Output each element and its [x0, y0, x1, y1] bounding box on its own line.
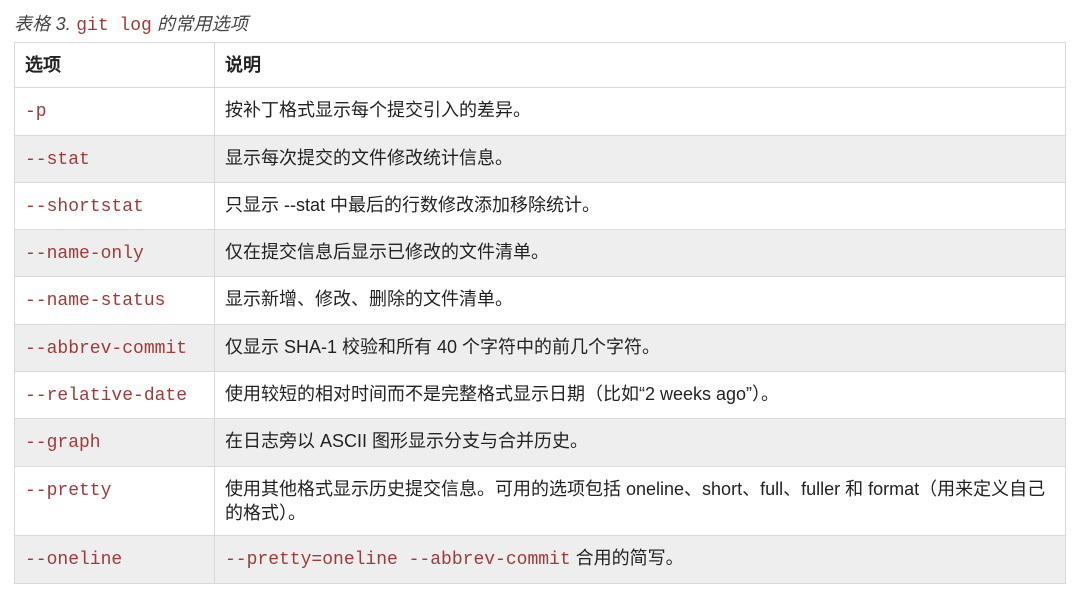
- col-header-option: 选项: [15, 43, 215, 88]
- table-row: --oneline --pretty=oneline --abbrev-commi…: [15, 536, 1066, 583]
- option-code: --abbrev-commit: [25, 339, 187, 359]
- caption-suffix: 的常用选项: [152, 14, 248, 34]
- description-text: 仅显示 SHA-1 校验和所有 40 个字符中的前几个字符。: [225, 337, 660, 357]
- table-row: --stat 显示每次提交的文件修改统计信息。: [15, 135, 1066, 182]
- description-cell: 使用其他格式显示历史提交信息。可用的选项包括 oneline、short、ful…: [215, 466, 1066, 536]
- description-text: 使用其他格式显示历史提交信息。可用的选项包括 oneline、short、ful…: [225, 479, 1045, 523]
- option-cell: --name-only: [15, 230, 215, 277]
- description-cell: --pretty=oneline --abbrev-commit 合用的简写。: [215, 536, 1066, 583]
- table-row: --graph 在日志旁以 ASCII 图形显示分支与合并历史。: [15, 419, 1066, 466]
- option-cell: --relative-date: [15, 372, 215, 419]
- description-text: 合用的简写。: [571, 548, 684, 568]
- option-code: --graph: [25, 433, 101, 453]
- inline-code: --pretty=oneline --abbrev-commit: [225, 550, 571, 570]
- option-cell: --name-status: [15, 277, 215, 324]
- description-cell: 显示每次提交的文件修改统计信息。: [215, 135, 1066, 182]
- col-header-desc: 说明: [215, 43, 1066, 88]
- option-cell: --graph: [15, 419, 215, 466]
- table-row: --pretty 使用其他格式显示历史提交信息。可用的选项包括 oneline、s…: [15, 466, 1066, 536]
- table-row: --relative-date 使用较短的相对时间而不是完整格式显示日期（比如“2…: [15, 372, 1066, 419]
- description-text: 按补丁格式显示每个提交引入的差异。: [225, 100, 531, 120]
- table-row: --name-status 显示新增、修改、删除的文件清单。: [15, 277, 1066, 324]
- description-text: 使用较短的相对时间而不是完整格式显示日期（比如“2 weeks ago”）。: [225, 384, 779, 404]
- table-row: --abbrev-commit 仅显示 SHA-1 校验和所有 40 个字符中的前…: [15, 324, 1066, 371]
- caption-code: git log: [76, 16, 152, 36]
- options-table: 选项 说明 -p 按补丁格式显示每个提交引入的差异。 --stat 显示每次提交的文件…: [14, 42, 1066, 584]
- option-cell: --pretty: [15, 466, 215, 536]
- option-code: --name-only: [25, 244, 144, 264]
- description-cell: 按补丁格式显示每个提交引入的差异。: [215, 88, 1066, 135]
- description-cell: 使用较短的相对时间而不是完整格式显示日期（比如“2 weeks ago”）。: [215, 372, 1066, 419]
- description-cell: 仅在提交信息后显示已修改的文件清单。: [215, 230, 1066, 277]
- option-code: --oneline: [25, 550, 122, 570]
- option-cell: -p: [15, 88, 215, 135]
- option-code: --relative-date: [25, 386, 187, 406]
- option-code: --stat: [25, 150, 90, 170]
- description-text: 在日志旁以 ASCII 图形显示分支与合并历史。: [225, 431, 588, 451]
- description-text: 显示每次提交的文件修改统计信息。: [225, 148, 513, 168]
- option-code: --shortstat: [25, 197, 144, 217]
- table-row: --name-only 仅在提交信息后显示已修改的文件清单。: [15, 230, 1066, 277]
- description-text: 只显示 --stat 中最后的行数修改添加移除统计。: [225, 195, 600, 215]
- table-header-row: 选项 说明: [15, 43, 1066, 88]
- description-cell: 仅显示 SHA-1 校验和所有 40 个字符中的前几个字符。: [215, 324, 1066, 371]
- description-text: 显示新增、修改、删除的文件清单。: [225, 289, 513, 309]
- option-cell: --stat: [15, 135, 215, 182]
- option-code: -p: [25, 102, 47, 122]
- caption-prefix: 表格 3.: [14, 14, 76, 34]
- description-cell: 只显示 --stat 中最后的行数修改添加移除统计。: [215, 182, 1066, 229]
- description-cell: 在日志旁以 ASCII 图形显示分支与合并历史。: [215, 419, 1066, 466]
- table-row: --shortstat 只显示 --stat 中最后的行数修改添加移除统计。: [15, 182, 1066, 229]
- option-cell: --shortstat: [15, 182, 215, 229]
- table-caption: 表格 3. git log 的常用选项: [14, 10, 1066, 36]
- option-cell: --abbrev-commit: [15, 324, 215, 371]
- option-cell: --oneline: [15, 536, 215, 583]
- description-text: 仅在提交信息后显示已修改的文件清单。: [225, 242, 549, 262]
- option-code: --name-status: [25, 291, 165, 311]
- description-cell: 显示新增、修改、删除的文件清单。: [215, 277, 1066, 324]
- option-code: --pretty: [25, 481, 111, 501]
- table-row: -p 按补丁格式显示每个提交引入的差异。: [15, 88, 1066, 135]
